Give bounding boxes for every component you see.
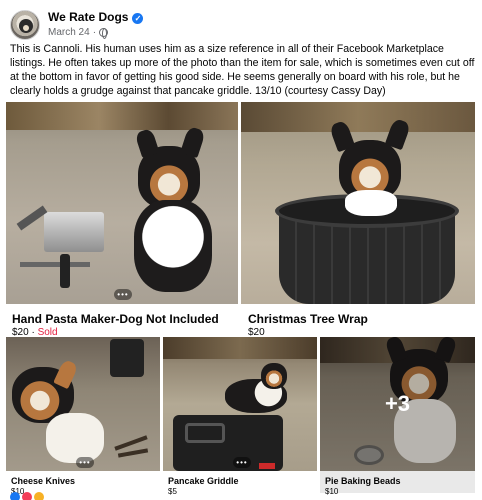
verified-icon: ✓ [132, 12, 144, 24]
globe-icon [99, 28, 109, 40]
listing-photo-pie-baking-beads[interactable]: +3 [320, 337, 475, 471]
page-name[interactable]: We Rate Dogs [48, 11, 128, 25]
listing-price-pie-baking-beads: $10 [325, 487, 339, 496]
listing-title-pancake-griddle[interactable]: Pancake Griddle [168, 476, 239, 486]
page-avatar[interactable] [10, 10, 40, 40]
listing-photo-pasta-maker[interactable]: ••• [6, 102, 238, 304]
listing-photo-tree-wrap[interactable] [241, 102, 475, 304]
love-reaction-icon [22, 492, 32, 500]
post-meta: March 24 · [48, 27, 143, 40]
header-text: We Rate Dogs ✓ March 24 · [48, 11, 144, 40]
reaction-icons[interactable] [10, 492, 44, 500]
more-photos-overlay[interactable]: +3 [320, 337, 475, 471]
haha-reaction-icon [34, 492, 44, 500]
more-photos-count: +3 [384, 391, 411, 416]
listing-title-tree-wrap[interactable]: Christmas Tree Wrap [248, 312, 368, 326]
listing-title-cheese-knives[interactable]: Cheese Knives [11, 476, 75, 486]
photo-more-dots[interactable]: ••• [114, 289, 132, 300]
photo-more-dots[interactable]: ••• [76, 457, 94, 468]
listing-title-pie-baking-beads[interactable]: Pie Baking Beads [325, 476, 401, 486]
post-date[interactable]: March 24 [48, 27, 90, 39]
listing-title-pasta-maker[interactable]: Hand Pasta Maker-Dog Not Included [12, 312, 219, 326]
post-text: This is Cannoli. His human uses him as a… [10, 43, 475, 97]
post-header: We Rate Dogs ✓ March 24 · [10, 8, 144, 42]
page-name-row: We Rate Dogs ✓ [48, 11, 144, 25]
like-reaction-icon [10, 492, 20, 500]
meta-separator: · [92, 27, 97, 39]
photo-more-dots[interactable]: ••• [233, 457, 251, 468]
listing-photo-pancake-griddle[interactable]: ••• [163, 337, 317, 471]
listing-price-pancake-griddle: $5 [168, 487, 177, 496]
listing-photo-cheese-knives[interactable]: ••• [6, 337, 160, 471]
